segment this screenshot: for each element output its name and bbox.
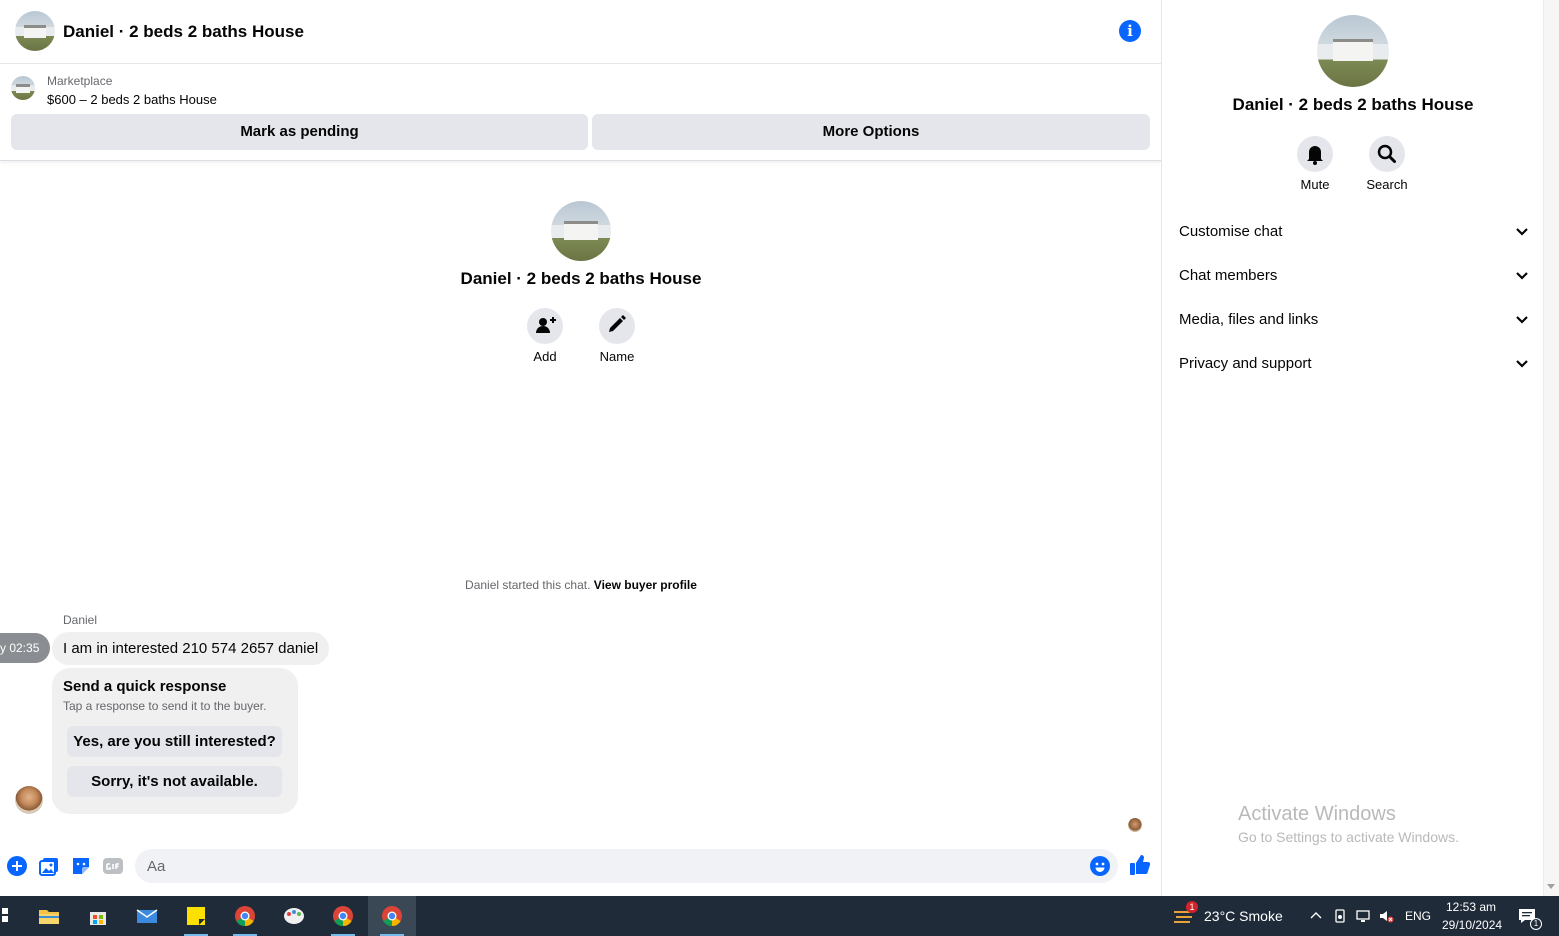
quick-response-not-available[interactable]: Sorry, it's not available. xyxy=(67,766,282,797)
mute-label: Mute xyxy=(1300,177,1330,192)
listing-thumbnail[interactable] xyxy=(11,76,35,100)
section-label: Media, files and links xyxy=(1179,311,1319,328)
language-indicator[interactable]: ENG xyxy=(1405,909,1431,923)
section-label: Chat members xyxy=(1179,267,1278,284)
search-icon xyxy=(1377,144,1396,163)
listing-source: Marketplace xyxy=(47,74,113,88)
chat-started-text: Daniel started this chat. xyxy=(465,578,591,592)
thumbs-up-icon[interactable] xyxy=(1128,853,1152,877)
message-timestamp: y 02:35 xyxy=(0,633,50,663)
quick-response-card: Send a quick response Tap a response to … xyxy=(52,668,298,814)
message-bubble[interactable]: I am in interested 210 574 2657 daniel xyxy=(52,632,330,665)
chrome-icon xyxy=(235,906,255,927)
chevron-down-icon xyxy=(1516,360,1528,368)
details-name: Daniel · 2 beds 2 baths House xyxy=(1232,95,1474,114)
section-label: Customise chat xyxy=(1179,223,1283,240)
photo-icon[interactable] xyxy=(38,855,60,877)
chat-header: Daniel · 2 beds 2 baths House i xyxy=(0,0,1161,64)
search-label: Search xyxy=(1366,177,1408,192)
chevron-up-icon[interactable] xyxy=(1308,908,1324,924)
more-options-button[interactable]: More Options xyxy=(592,114,1150,150)
folder-icon xyxy=(39,910,59,924)
listing-banner: Marketplace $600 – 2 beds 2 baths House … xyxy=(0,64,1161,161)
seen-indicator-avatar xyxy=(1128,818,1142,832)
chrome-icon xyxy=(382,906,402,927)
notification-count-badge: 1 xyxy=(1530,918,1542,930)
emoji-icon[interactable] xyxy=(1089,855,1111,877)
mute-button[interactable] xyxy=(1297,136,1333,172)
listing-title[interactable]: $600 – 2 beds 2 baths House xyxy=(47,92,217,107)
taskbar-chrome-profile[interactable] xyxy=(319,896,367,936)
chrome-icon xyxy=(333,906,353,927)
section-label: Privacy and support xyxy=(1179,355,1312,372)
chevron-down-icon xyxy=(1516,228,1528,236)
profile-avatar[interactable] xyxy=(551,201,611,261)
activate-windows-subtitle: Go to Settings to activate Windows. xyxy=(1238,829,1459,845)
chat-avatar[interactable] xyxy=(15,11,55,51)
mail-icon xyxy=(136,909,158,923)
sticky-notes-icon xyxy=(187,907,205,925)
add-people-button[interactable] xyxy=(527,308,563,344)
taskbar-sticky-notes[interactable] xyxy=(172,896,220,936)
section-chat-members[interactable]: Chat members xyxy=(1179,256,1529,296)
message-input[interactable] xyxy=(135,849,1118,883)
network-icon[interactable] xyxy=(1355,908,1371,924)
info-icon[interactable]: i xyxy=(1119,20,1141,42)
taskbar-chrome-active[interactable] xyxy=(368,896,416,936)
mark-as-pending-button[interactable]: Mark as pending xyxy=(11,114,588,150)
clock-time[interactable]: 12:53 am xyxy=(1446,900,1496,914)
details-avatar[interactable] xyxy=(1317,15,1389,87)
app-window: Daniel · 2 beds 2 baths House i Marketpl… xyxy=(0,0,1559,936)
section-media-files-links[interactable]: Media, files and links xyxy=(1179,300,1529,340)
view-buyer-profile-link[interactable]: View buyer profile xyxy=(594,578,697,592)
taskbar-file-explorer[interactable] xyxy=(25,896,73,936)
windows-taskbar: 1 23°C Smoke ENG 12:53 am 29/10/2024 1 xyxy=(0,896,1559,936)
volume-muted-icon[interactable] xyxy=(1378,908,1394,924)
quick-response-subtitle: Tap a response to send it to the buyer. xyxy=(63,699,267,713)
page-scrollbar[interactable] xyxy=(1543,0,1559,896)
edit-name-button[interactable] xyxy=(599,308,635,344)
weather-text[interactable]: 23°C Smoke xyxy=(1204,908,1283,924)
pencil-icon xyxy=(609,315,626,332)
sender-avatar[interactable] xyxy=(15,786,43,814)
quick-response-title: Send a quick response xyxy=(63,678,227,695)
scroll-down-arrow-icon[interactable] xyxy=(1545,880,1557,892)
start-icon[interactable] xyxy=(0,908,8,922)
store-icon xyxy=(90,912,106,925)
activate-windows-title: Activate Windows xyxy=(1238,803,1396,825)
name-label: Name xyxy=(599,349,635,364)
chat-pane: Daniel · 2 beds 2 baths House i Marketpl… xyxy=(0,0,1162,896)
meet-now-icon[interactable] xyxy=(1332,908,1348,924)
add-person-icon xyxy=(536,317,556,333)
sender-name: Daniel xyxy=(63,613,98,627)
chat-details-panel: Daniel · 2 beds 2 baths House Mute Searc… xyxy=(1163,0,1543,896)
search-conversation-button[interactable] xyxy=(1369,136,1405,172)
message-composer xyxy=(0,846,1161,886)
chevron-down-icon xyxy=(1516,272,1528,280)
clock-date[interactable]: 29/10/2024 xyxy=(1442,918,1502,932)
bell-icon xyxy=(1307,146,1323,165)
add-label: Add xyxy=(533,349,557,364)
gif-icon[interactable] xyxy=(102,855,124,877)
taskbar-mail[interactable] xyxy=(123,896,171,936)
chat-started-notice: Daniel started this chat. View buyer pro… xyxy=(0,578,1161,592)
section-customise-chat[interactable]: Customise chat xyxy=(1179,212,1529,252)
profile-name: Daniel · 2 beds 2 baths House xyxy=(460,269,702,288)
section-privacy-support[interactable]: Privacy and support xyxy=(1179,344,1529,384)
taskbar-chrome[interactable] xyxy=(221,896,269,936)
weather-alert-badge: 1 xyxy=(1186,901,1198,913)
paint-icon xyxy=(284,908,304,924)
chevron-down-icon xyxy=(1516,316,1528,324)
quick-response-still-interested[interactable]: Yes, are you still interested? xyxy=(67,726,282,757)
chat-title[interactable]: Daniel · 2 beds 2 baths House xyxy=(63,22,304,42)
taskbar-store[interactable] xyxy=(74,896,122,936)
taskbar-paint[interactable] xyxy=(270,896,318,936)
sticker-icon[interactable] xyxy=(70,855,92,877)
plus-icon[interactable] xyxy=(6,855,28,877)
